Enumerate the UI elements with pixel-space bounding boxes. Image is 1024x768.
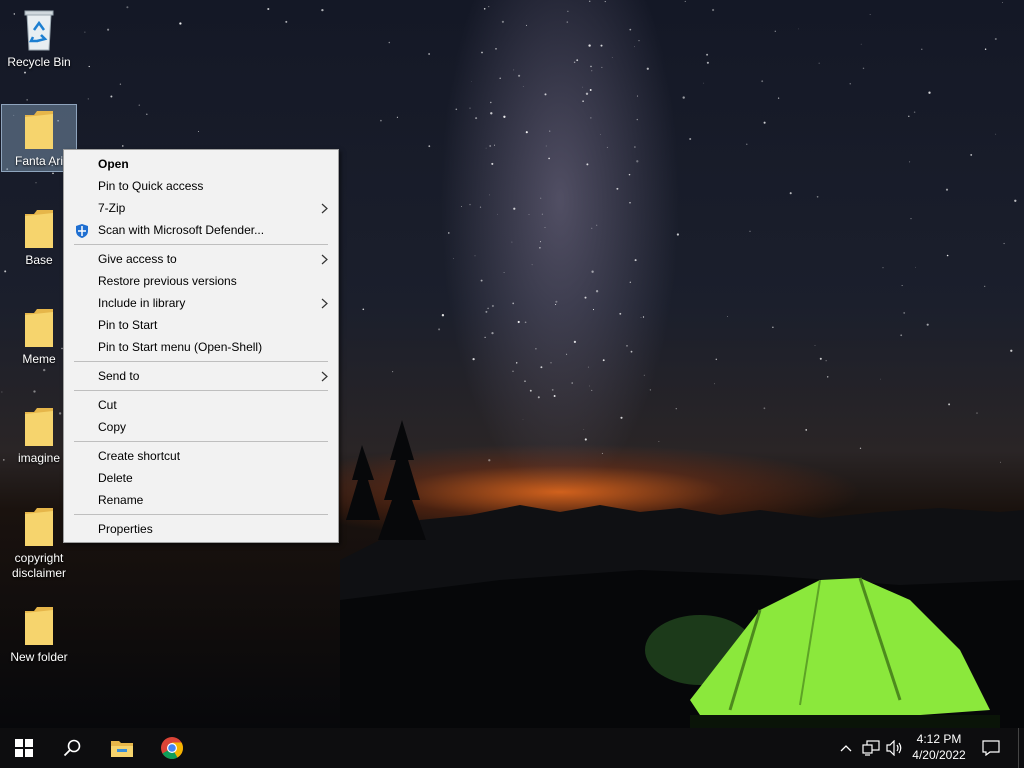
menu-separator — [74, 441, 328, 442]
search-icon — [63, 739, 81, 757]
menu-item-label: 7-Zip — [98, 201, 126, 215]
menu-separator — [74, 244, 328, 245]
file-explorer-icon — [111, 741, 133, 757]
menu-item-give-access[interactable]: Give access to — [64, 248, 338, 270]
menu-item-include-library[interactable]: Include in library — [64, 292, 338, 314]
menu-separator — [74, 361, 328, 362]
menu-item-label: Send to — [98, 369, 140, 383]
taskbar-clock[interactable]: 4:12 PM 4/20/2022 — [912, 731, 966, 763]
menu-item-delete[interactable]: Delete — [64, 467, 338, 489]
network-icon — [862, 740, 880, 756]
windows-start-icon — [15, 739, 33, 757]
chevron-right-icon — [321, 203, 328, 214]
menu-item-rename[interactable]: Rename — [64, 489, 338, 511]
menu-item-label: Open — [98, 157, 129, 171]
menu-item-scan-defender[interactable]: Scan with Microsoft Defender... — [64, 219, 338, 241]
menu-item-restore-versions[interactable]: Restore previous versions — [64, 270, 338, 292]
start-button[interactable] — [0, 728, 48, 768]
volume-icon — [886, 740, 902, 756]
volume-button[interactable] — [884, 728, 906, 768]
desktop-icon-label: New folder — [10, 650, 68, 664]
desktop-icon-recycle-bin[interactable]: Recycle Bin — [2, 4, 76, 76]
menu-separator — [74, 390, 328, 391]
menu-item-label: Create shortcut — [98, 449, 181, 463]
menu-item-label: Rename — [98, 493, 144, 507]
menu-item-label: Pin to Start — [98, 318, 158, 332]
clock-time: 4:12 PM — [916, 732, 962, 746]
desktop-icon-label: copyright disclaimer — [11, 551, 66, 580]
folder-icon — [25, 309, 53, 347]
menu-item-label: Cut — [98, 398, 117, 412]
menu-item-7zip[interactable]: 7-Zip — [64, 197, 338, 219]
show-desktop-button[interactable] — [1018, 728, 1024, 768]
folder-icon — [25, 210, 53, 248]
menu-item-pin-quick-access[interactable]: Pin to Quick access — [64, 175, 338, 197]
clock-date: 4/20/2022 — [912, 748, 966, 762]
desktop-icon-new-folder[interactable]: New folder — [2, 601, 76, 671]
menu-separator — [74, 514, 328, 515]
menu-item-label: Copy — [98, 420, 127, 434]
network-button[interactable] — [860, 728, 882, 768]
menu-item-pin-start-open-shell[interactable]: Pin to Start menu (Open-Shell) — [64, 336, 338, 358]
menu-item-cut[interactable]: Cut — [64, 394, 338, 416]
menu-item-label: Properties — [98, 522, 153, 536]
menu-item-pin-start[interactable]: Pin to Start — [64, 314, 338, 336]
notification-icon — [982, 740, 1000, 756]
desktop[interactable]: Recycle Bin Fanta Ari Base Meme imagine — [0, 0, 1024, 728]
chevron-right-icon — [321, 254, 328, 265]
desktop-icon-label: Recycle Bin — [7, 55, 71, 69]
context-menu: Open Pin to Quick access 7-Zip Scan with… — [63, 149, 339, 543]
file-explorer-button[interactable] — [98, 728, 146, 768]
recycle-bin-icon — [24, 10, 54, 51]
menu-item-label: Delete — [98, 471, 133, 485]
menu-item-label: Pin to Start menu (Open-Shell) — [98, 340, 263, 354]
folder-icon — [25, 408, 53, 446]
menu-item-send-to[interactable]: Send to — [64, 365, 338, 387]
chevron-right-icon — [321, 371, 328, 382]
folder-icon — [25, 607, 53, 645]
menu-item-label: Restore previous versions — [98, 274, 237, 288]
chevron-up-icon — [840, 745, 852, 752]
menu-item-label: Include in library — [98, 296, 186, 310]
folder-icon — [25, 508, 53, 546]
defender-shield-icon — [76, 224, 88, 238]
search-button[interactable] — [48, 728, 96, 768]
chrome-icon — [161, 737, 183, 759]
chrome-button[interactable] — [148, 728, 196, 768]
menu-item-open[interactable]: Open — [64, 153, 338, 175]
menu-item-create-shortcut[interactable]: Create shortcut — [64, 445, 338, 467]
menu-item-label: Pin to Quick access — [98, 179, 204, 193]
menu-item-copy[interactable]: Copy — [64, 416, 338, 438]
chevron-right-icon — [321, 298, 328, 309]
menu-item-properties[interactable]: Properties — [64, 518, 338, 540]
folder-icon — [25, 111, 53, 149]
menu-item-label: Give access to — [98, 252, 177, 266]
action-center-button[interactable] — [976, 728, 1006, 768]
show-hidden-icons-button[interactable] — [836, 728, 856, 768]
menu-item-label: Scan with Microsoft Defender... — [98, 223, 265, 237]
taskbar: 4:12 PM 4/20/2022 — [0, 728, 1024, 768]
